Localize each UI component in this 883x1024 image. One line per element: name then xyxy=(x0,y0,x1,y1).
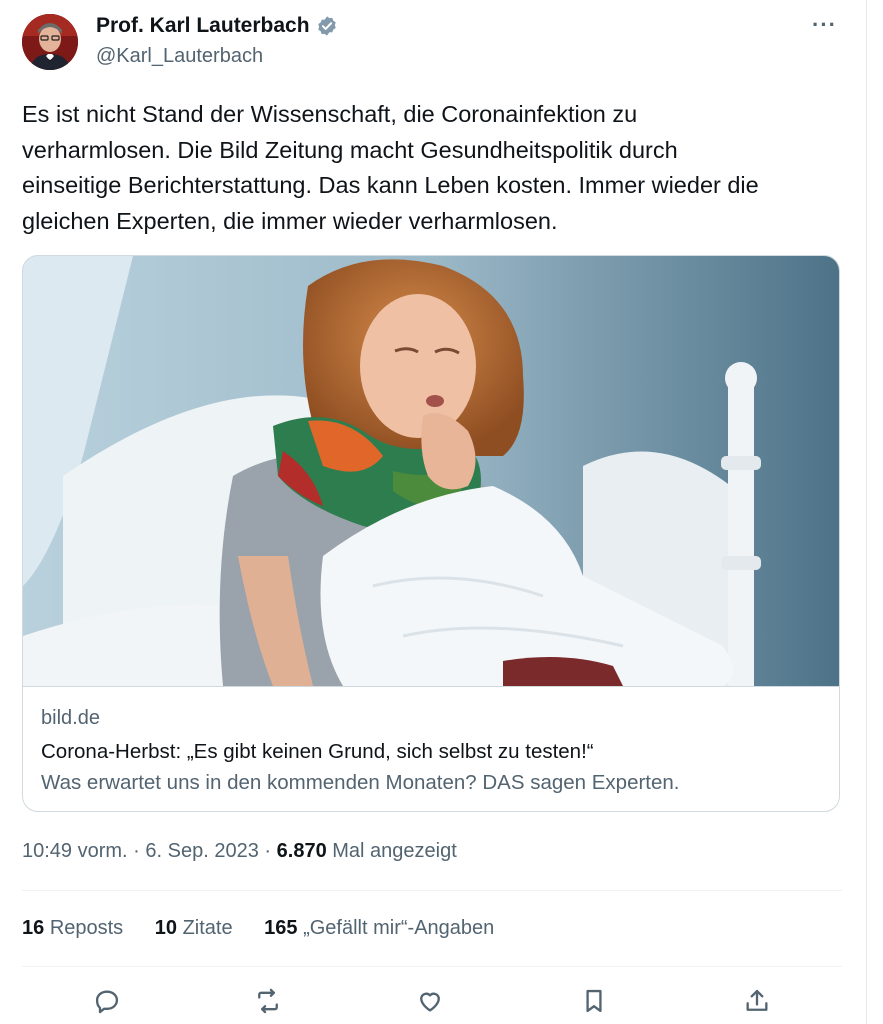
verified-badge-icon xyxy=(316,15,338,37)
right-border xyxy=(866,0,867,1024)
divider xyxy=(22,890,842,891)
tweet-text-line: einseitige Berichterstattung. Das kann L… xyxy=(22,172,759,198)
share-button[interactable] xyxy=(741,985,773,1017)
author-display-name[interactable]: Prof. Karl Lauterbach xyxy=(96,14,310,38)
reposts-stat[interactable]: 16 Reposts xyxy=(22,917,123,940)
card-domain[interactable]: bild.de xyxy=(41,707,100,730)
tweet-text-line: verharmlosen. Die Bild Zeitung macht Ges… xyxy=(22,136,678,163)
reply-button[interactable] xyxy=(91,985,123,1017)
avatar[interactable] xyxy=(22,14,78,70)
bookmark-icon xyxy=(586,989,602,1013)
divider xyxy=(22,966,842,967)
stat-count: 16 xyxy=(22,917,45,939)
repost-button[interactable] xyxy=(252,985,284,1017)
card-divider xyxy=(23,686,839,687)
tweet-text-line: gleichen Experten, die immer wieder verh… xyxy=(22,207,558,234)
meta-separator: · xyxy=(133,840,140,862)
views-count: 6.870 xyxy=(276,840,327,862)
like-button[interactable] xyxy=(414,985,446,1017)
link-card[interactable]: bild.de Corona-Herbst: „Es gibt keinen G… xyxy=(22,255,840,812)
tweet-text: Es ist nicht Stand der Wissenschaft, die… xyxy=(22,97,842,239)
views-label: Mal angezeigt xyxy=(332,840,457,862)
card-title[interactable]: Corona-Herbst: „Es gibt keinen Grund, si… xyxy=(41,740,594,764)
stat-label: Zitate xyxy=(182,917,233,939)
tweet-time[interactable]: 10:49 vorm. xyxy=(22,840,128,862)
bookmark-button[interactable] xyxy=(578,985,610,1017)
author-name-row[interactable]: Prof. Karl Lauterbach xyxy=(96,14,338,38)
like-icon xyxy=(420,992,440,1012)
stat-count: 165 xyxy=(264,917,298,939)
meta-separator: · xyxy=(264,840,272,862)
more-options-icon[interactable]: ··· xyxy=(812,12,837,38)
quotes-stat[interactable]: 10 Zitate xyxy=(155,917,233,940)
author-handle[interactable]: @Karl_Lauterbach xyxy=(96,45,263,68)
card-image[interactable] xyxy=(23,256,840,686)
likes-stat[interactable]: 165 „Gefällt mir“-Angaben xyxy=(264,917,494,940)
tweet-meta: 10:49 vorm. · 6. Sep. 2023 · 6.870 Mal a… xyxy=(22,840,457,863)
stat-count: 10 xyxy=(154,917,177,939)
tweet-date[interactable]: 6. Sep. 2023 xyxy=(145,840,258,862)
stat-label: Reposts xyxy=(49,917,124,939)
repost-icon xyxy=(258,988,278,1014)
card-description[interactable]: Was erwartet uns in den kommenden Monate… xyxy=(41,771,680,795)
stat-label: „Gefällt mir“-Angaben xyxy=(303,917,495,939)
engagement-stats: 16 Reposts 10 Zitate 165 „Gefällt mir“-A… xyxy=(22,917,520,940)
reply-icon xyxy=(95,990,119,1014)
share-icon xyxy=(746,989,768,1011)
tweet-text-line: Es ist nicht Stand der Wissenschaft, die… xyxy=(22,101,638,127)
